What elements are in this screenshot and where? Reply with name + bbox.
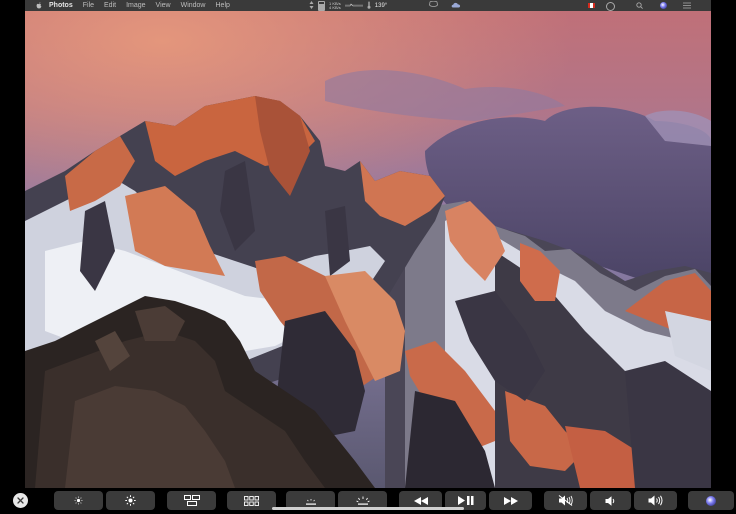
speaker-low-icon [605, 495, 615, 506]
input-source-flag-icon[interactable] [588, 3, 595, 8]
menu-help[interactable]: Help [216, 2, 230, 9]
spotlight-icon[interactable] [636, 2, 643, 11]
network-graph-icon [344, 2, 363, 10]
menu-edit[interactable]: Edit [104, 2, 116, 9]
siri-button[interactable] [688, 491, 734, 510]
network-speed-monitor[interactable]: 1 KB/s 4 KB/s [329, 1, 341, 10]
fast-forward-button[interactable] [489, 491, 532, 510]
mission-control-icon [183, 495, 200, 506]
time-machine-icon[interactable] [606, 2, 615, 11]
rewind-icon [413, 496, 428, 505]
menu-view[interactable]: View [156, 2, 171, 9]
menu-file[interactable]: File [83, 2, 94, 9]
battery-icon[interactable] [318, 0, 325, 11]
siri-menubar-icon[interactable] [660, 2, 667, 9]
apple-menu-icon[interactable] [35, 2, 43, 10]
volume-up-button[interactable] [634, 491, 677, 510]
keyboard-light-up-icon [355, 496, 370, 505]
menu-window[interactable]: Window [181, 2, 206, 9]
temperature-value[interactable]: 139° [375, 3, 387, 9]
mute-button[interactable] [544, 491, 587, 510]
sun-small-icon [74, 496, 83, 505]
sync-icon[interactable] [309, 0, 314, 11]
speaker-mute-icon [558, 495, 573, 506]
launchpad-button[interactable] [227, 491, 276, 510]
creative-cloud-icon[interactable] [451, 2, 461, 10]
mission-control-button[interactable] [167, 491, 216, 510]
app-name-menu[interactable]: Photos [49, 2, 73, 9]
play-pause-icon [457, 496, 473, 505]
close-icon [17, 497, 24, 504]
mountain-wallpaper-image [25, 11, 711, 488]
fast-forward-icon [503, 496, 518, 505]
close-button[interactable] [13, 493, 28, 508]
notification-center-icon[interactable] [683, 2, 691, 11]
menu-image[interactable]: Image [126, 2, 145, 9]
status-area: 1 KB/s 4 KB/s 139° [309, 0, 387, 11]
sun-large-icon [125, 495, 136, 506]
menu-bar: Photos File Edit Image View Window Help … [25, 0, 711, 11]
siri-icon [706, 495, 716, 506]
speaker-high-icon [648, 495, 662, 506]
brightness-up-button[interactable] [106, 491, 155, 510]
touch-bar [0, 488, 736, 514]
volume-down-button[interactable] [590, 491, 631, 510]
brightness-down-button[interactable] [54, 491, 103, 510]
launchpad-grid-icon [244, 495, 259, 506]
airplay-icon[interactable] [429, 0, 438, 10]
desktop-wallpaper [25, 11, 711, 488]
keyboard-light-down-icon [305, 498, 316, 505]
thermometer-icon [367, 1, 371, 11]
touch-bar-scroll-handle[interactable] [272, 507, 464, 510]
net-down-value: 4 KB/s [329, 4, 341, 10]
